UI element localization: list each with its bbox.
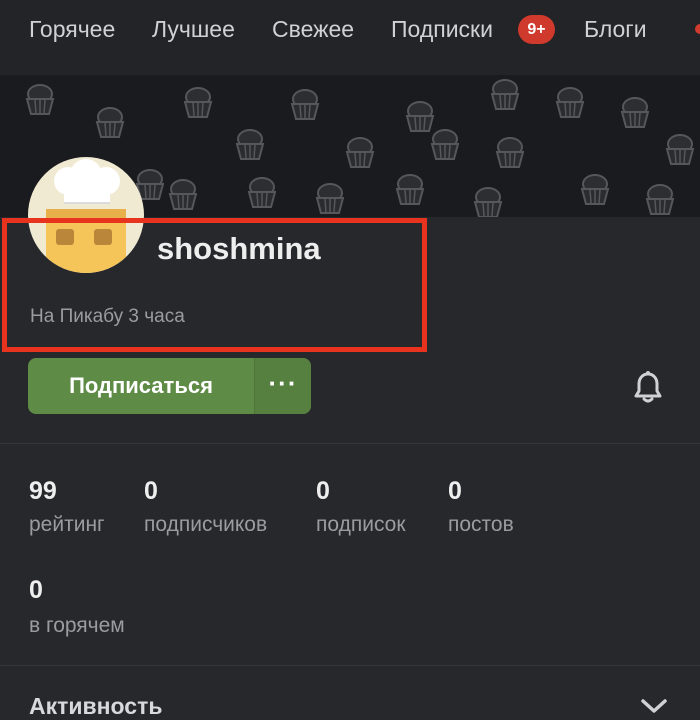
profile-page: Горячее Лучшее Свежее Подписки 9+ Блоги <box>0 0 700 720</box>
activity-section-title[interactable]: Активность <box>29 693 163 720</box>
stat-hot-label: в горячем <box>29 614 125 637</box>
divider <box>0 665 700 666</box>
nav-subscriptions[interactable]: Подписки <box>391 14 493 44</box>
subscribe-button[interactable]: Подписаться <box>28 358 254 414</box>
stat-subscribers-label[interactable]: подписчиков <box>144 513 267 537</box>
top-nav: Горячее Лучшее Свежее Подписки 9+ Блоги <box>0 0 700 76</box>
profile-joined: На Пикабу 3 часа <box>30 306 185 327</box>
profile-username: shoshmina <box>157 231 321 266</box>
stat-posts-label[interactable]: постов <box>448 513 514 537</box>
nav-best[interactable]: Лучшее <box>152 14 235 44</box>
avatar[interactable] <box>28 157 144 273</box>
stat-rating-label: рейтинг <box>29 513 105 536</box>
stat-rating-value: 99 <box>29 477 57 505</box>
stat-subscriptions-value[interactable]: 0 <box>316 477 330 506</box>
stat-subscriptions-label[interactable]: подписок <box>316 513 406 537</box>
nav-fresh[interactable]: Свежее <box>272 14 354 44</box>
blogs-notification-dot <box>695 24 700 34</box>
divider <box>0 443 700 444</box>
subscribe-button-group: Подписаться ··· <box>28 358 311 414</box>
nav-blogs[interactable]: Блоги <box>584 14 647 44</box>
subscriptions-badge: 9+ <box>518 15 555 44</box>
bell-icon[interactable] <box>633 371 663 403</box>
chef-avatar-icon <box>28 157 144 273</box>
nav-hot[interactable]: Горячее <box>29 14 115 44</box>
stat-hot-value: 0 <box>29 576 43 604</box>
stat-posts-value[interactable]: 0 <box>448 477 462 506</box>
stat-subscribers-value[interactable]: 0 <box>144 477 158 506</box>
chevron-down-icon[interactable] <box>640 697 668 715</box>
more-options-button[interactable]: ··· <box>254 358 311 414</box>
